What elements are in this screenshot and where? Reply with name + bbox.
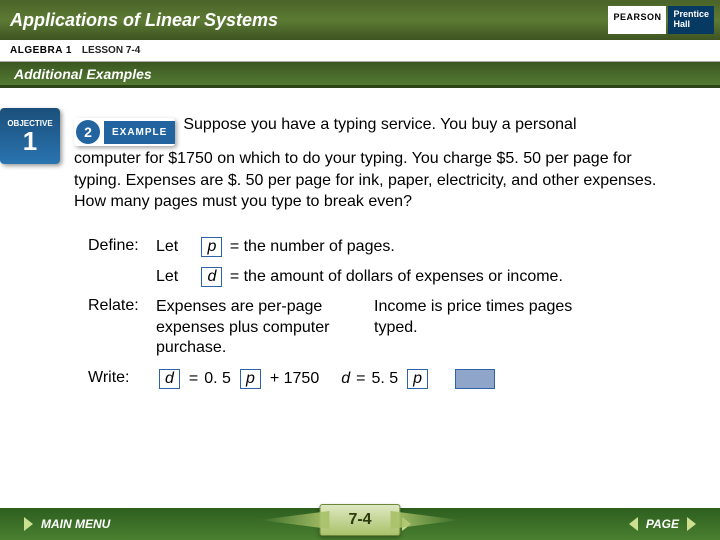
lesson-number: 7-4 <box>319 504 400 536</box>
main-menu-button[interactable]: MAIN MENU <box>24 517 110 531</box>
problem-text: computer for $1750 on which to do your t… <box>74 148 680 213</box>
section-banner: Additional Examples <box>0 62 720 88</box>
chevron-right-icon <box>687 517 696 531</box>
define-row-2: Let d = the amount of dollars of expense… <box>88 267 680 287</box>
define-desc-1: = the number of pages. <box>230 238 395 255</box>
eq-d: d <box>159 369 180 389</box>
eq-p: p <box>240 369 261 389</box>
define-desc-2: = the amount of dollars of expenses or i… <box>230 268 563 285</box>
variable-d: d <box>201 267 222 287</box>
steps: Define: Let p = the number of pages. Let… <box>88 237 680 389</box>
relate-row: Relate: Expenses are per-page expenses p… <box>88 297 680 359</box>
relate-label: Relate: <box>88 297 156 359</box>
page-nav[interactable]: PAGE <box>629 517 696 531</box>
answer-box <box>455 369 495 389</box>
course-label: ALGEBRA 1 <box>10 45 72 56</box>
sub-header: ALGEBRA 1 LESSON 7-4 <box>0 40 720 62</box>
write-label: Write: <box>88 369 156 389</box>
lesson-label: LESSON 7-4 <box>82 45 140 56</box>
equations: d = 0. 5 p + 1750 d = 5. 5 p <box>156 369 495 389</box>
variable-p: p <box>201 237 222 257</box>
relate-col-2: Income is price times pages typed. <box>374 297 574 359</box>
eq-p2: p <box>407 369 428 389</box>
example-label: EXAMPLE <box>104 121 175 144</box>
example-number: 2 <box>76 120 100 144</box>
write-row: Write: d = 0. 5 p + 1750 d = 5. 5 p <box>88 369 680 389</box>
eq-d2: d <box>341 370 350 388</box>
let-label: Let <box>156 238 194 256</box>
example-line: 2 EXAMPLE Suppose you have a typing serv… <box>74 116 680 144</box>
chevron-right-icon <box>24 517 33 531</box>
define-label: Define: <box>88 237 156 257</box>
publisher-logo: PEARSON Prentice Hall <box>608 6 714 34</box>
publisher-top: PEARSON <box>608 6 666 34</box>
publisher-name: Prentice Hall <box>668 6 714 34</box>
lesson-pill[interactable]: 7-4 <box>319 504 400 536</box>
header-bar: Applications of Linear Systems PEARSON P… <box>0 0 720 40</box>
relate-col-1: Expenses are per-page expenses plus comp… <box>156 297 356 359</box>
define-row-1: Define: Let p = the number of pages. <box>88 237 680 257</box>
chevron-left-icon <box>629 517 638 531</box>
let-label-2: Let <box>156 268 194 286</box>
content-area: OBJECTIVE 1 2 EXAMPLE Suppose you have a… <box>0 88 720 389</box>
example-badge: 2 EXAMPLE <box>74 118 175 146</box>
objective-number: 1 <box>23 128 37 154</box>
page-title: Applications of Linear Systems <box>10 10 278 31</box>
objective-badge: OBJECTIVE 1 <box>0 108 60 164</box>
problem-lead: Suppose you have a typing service. You b… <box>183 116 576 134</box>
